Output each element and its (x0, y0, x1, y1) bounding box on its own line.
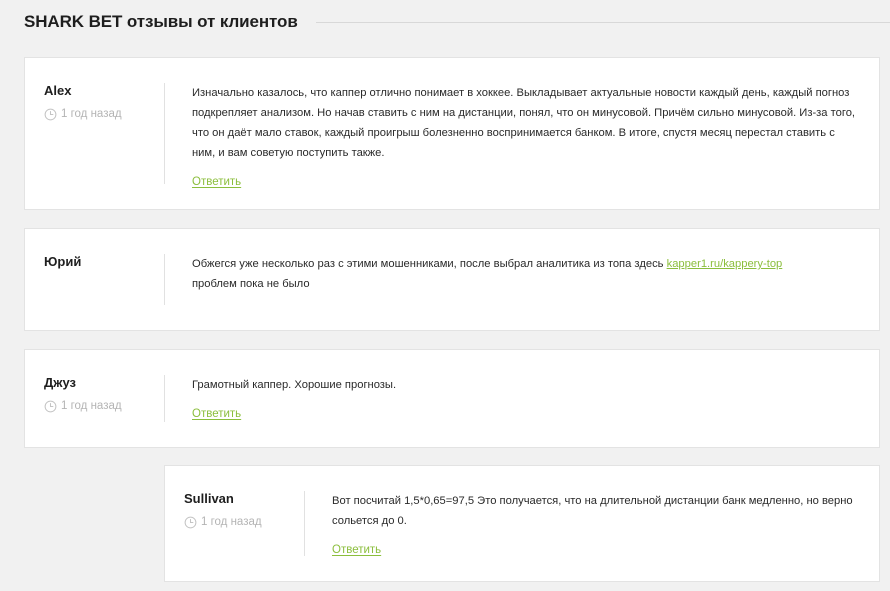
review-divider (164, 83, 165, 184)
reply-button[interactable]: Ответить (192, 408, 241, 420)
section-header: SHARK BET отзывы от клиентов (24, 10, 890, 34)
section-divider-line (315, 21, 890, 23)
review-card-yuriy: Юрий Обжегся уже несколько раз с этими м… (24, 228, 880, 331)
review-time: 1 год назад (184, 515, 294, 529)
clock-icon (44, 108, 57, 120)
review-card-alex: Alex 1 год назад Изначально казалось, чт… (24, 57, 880, 210)
review-text: Обжегся уже несколько раз с этими мошенн… (192, 254, 859, 294)
reviews-page: SHARK BET отзывы от клиентов Alex 1 год … (0, 0, 890, 591)
review-author-block: Юрий (44, 254, 154, 270)
review-time-text: 1 год назад (61, 400, 122, 412)
review-card-dzhuz: Джуз 1 год назад Грамотный каппер. Хорош… (24, 349, 880, 448)
review-author-name: Юрий (44, 254, 82, 269)
review-author-block: Alex 1 год назад (44, 83, 154, 121)
review-text: Изначально казалось, что каппер отлично … (192, 87, 856, 159)
review-content: Обжегся уже несколько раз с этими мошенн… (192, 254, 859, 294)
section-title: SHARK BET отзывы от клиентов (24, 12, 298, 31)
reply-button[interactable]: Ответить (192, 176, 241, 188)
clock-icon (184, 516, 197, 528)
review-text-part: проблем пока не было (192, 278, 310, 290)
review-time: 1 год назад (44, 107, 154, 121)
review-time-text: 1 год назад (61, 108, 122, 120)
review-divider (164, 375, 165, 422)
review-text: Вот посчитай 1,5*0,65=97,5 Это получаетс… (332, 495, 853, 527)
review-divider (164, 254, 165, 305)
review-external-link[interactable]: kapper1.ru/kappery-top (667, 258, 783, 270)
review-author-name: Alex (44, 83, 72, 98)
review-time-text: 1 год назад (201, 516, 262, 528)
review-text: Грамотный каппер. Хорошие прогнозы. (192, 379, 397, 391)
review-author-block: Джуз 1 год назад (44, 375, 154, 413)
review-content: Вот посчитай 1,5*0,65=97,5 Это получаетс… (332, 491, 853, 558)
reply-button[interactable]: Ответить (332, 544, 381, 556)
review-author-block: Sullivan 1 год назад (184, 491, 294, 529)
clock-icon (44, 400, 57, 412)
review-content: Грамотный каппер. Хорошие прогнозы. Отве… (192, 375, 859, 422)
review-author-name: Sullivan (184, 491, 234, 506)
review-author-name: Джуз (44, 375, 76, 390)
review-card-sullivan: Sullivan 1 год назад Вот посчитай 1,5*0,… (164, 465, 880, 582)
review-time: 1 год назад (44, 399, 154, 413)
review-divider (304, 491, 305, 556)
review-text-part: Обжегся уже несколько раз с этими мошенн… (192, 258, 667, 270)
review-content: Изначально казалось, что каппер отлично … (192, 83, 859, 190)
